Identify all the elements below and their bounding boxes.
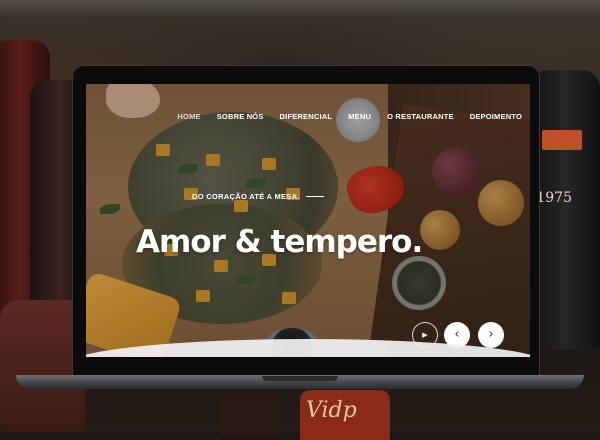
hero-tagline: DO CORAÇÃO ATÉ A MESA. [192,192,300,201]
background-bottle: Vidp [300,390,390,440]
tagline-divider [305,196,324,197]
chevron-right-icon: › [488,327,494,342]
nav-item-sobre-nos[interactable]: SOBRE NÓS [209,112,272,121]
background-bottle-year: 1975 [536,190,572,206]
background-bottle [530,70,600,350]
laptop-notch [262,376,338,381]
laptop-screen: HOME SOBRE NÓS DIFERENCIAL MENU O RESTAU… [86,84,530,357]
nav-item-menu[interactable]: MENU [340,112,379,121]
background-bottle-text: Vidp [306,398,357,423]
hero-overlay [86,84,530,357]
background-shelf [0,0,600,16]
nav-item-o-restaurante[interactable]: O RESTAURANTE [379,112,462,121]
nav-item-home[interactable]: HOME [169,112,208,121]
hero-headline: Amor & tempero. [136,224,423,260]
main-nav: HOME SOBRE NÓS DIFERENCIAL MENU O RESTAU… [169,112,530,121]
slider-next-button[interactable]: › [478,322,504,348]
hero-tagline-row: DO CORAÇÃO ATÉ A MESA. [192,192,324,201]
background-bottle-label [542,130,582,150]
chevron-left-icon: ‹ [454,327,460,342]
nav-item-diferencial[interactable]: DIFERENCIAL [272,112,341,121]
play-icon: ▶ [422,332,428,339]
background-bottle [220,395,280,435]
nav-item-depoimento[interactable]: DEPOIMENTO [462,112,530,121]
